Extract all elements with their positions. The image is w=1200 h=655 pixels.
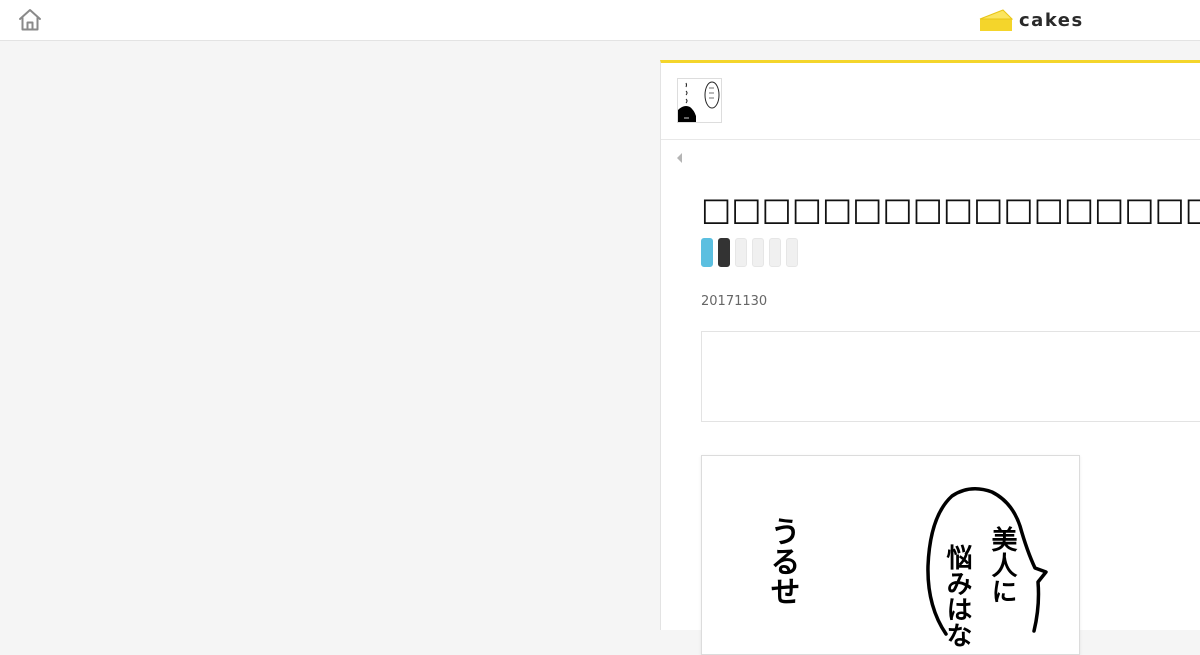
home-icon <box>19 9 41 31</box>
comic-bubble-text-1: 美人に <box>987 525 1017 604</box>
home-button[interactable] <box>17 8 43 32</box>
logo-text: cakes <box>1019 9 1084 31</box>
cakes-logo[interactable]: cakes <box>979 6 1084 34</box>
left-empty-pane <box>0 41 660 630</box>
article-title: □□□□□□□□□□□□□□□□□□□□□□□□□□□□□□ <box>701 190 1200 228</box>
empty-content-box <box>701 331 1200 422</box>
comic-illustration: うるせ 美人に 悩みはな <box>765 487 1048 648</box>
top-navigation-bar: cakes <box>0 0 1200 41</box>
publish-date: 20171130 <box>701 294 768 309</box>
article-thumbnail[interactable] <box>677 78 722 123</box>
tag-pill[interactable] <box>786 238 798 267</box>
cheese-wedge-icon <box>979 9 1013 31</box>
comic-thumbnail-icon <box>678 81 720 122</box>
comic-image: うるせ 美人に 悩みはな <box>701 455 1080 655</box>
article-panel: □□□□□□□□□□□□□□□□□□□□□□□□□□□□□□ 20171130 … <box>660 60 1200 655</box>
tag-pill[interactable] <box>701 238 713 267</box>
thumbnail-row <box>661 63 1200 140</box>
comic-bubble-text-2: 悩みはな <box>942 544 972 648</box>
tag-pill[interactable] <box>752 238 764 267</box>
triangle-left-icon[interactable] <box>677 153 682 163</box>
tag-pill[interactable] <box>718 238 730 267</box>
comic-left-text: うるせ <box>765 516 800 606</box>
tag-list <box>701 238 798 267</box>
tag-pill[interactable] <box>769 238 781 267</box>
tag-pill[interactable] <box>735 238 747 267</box>
